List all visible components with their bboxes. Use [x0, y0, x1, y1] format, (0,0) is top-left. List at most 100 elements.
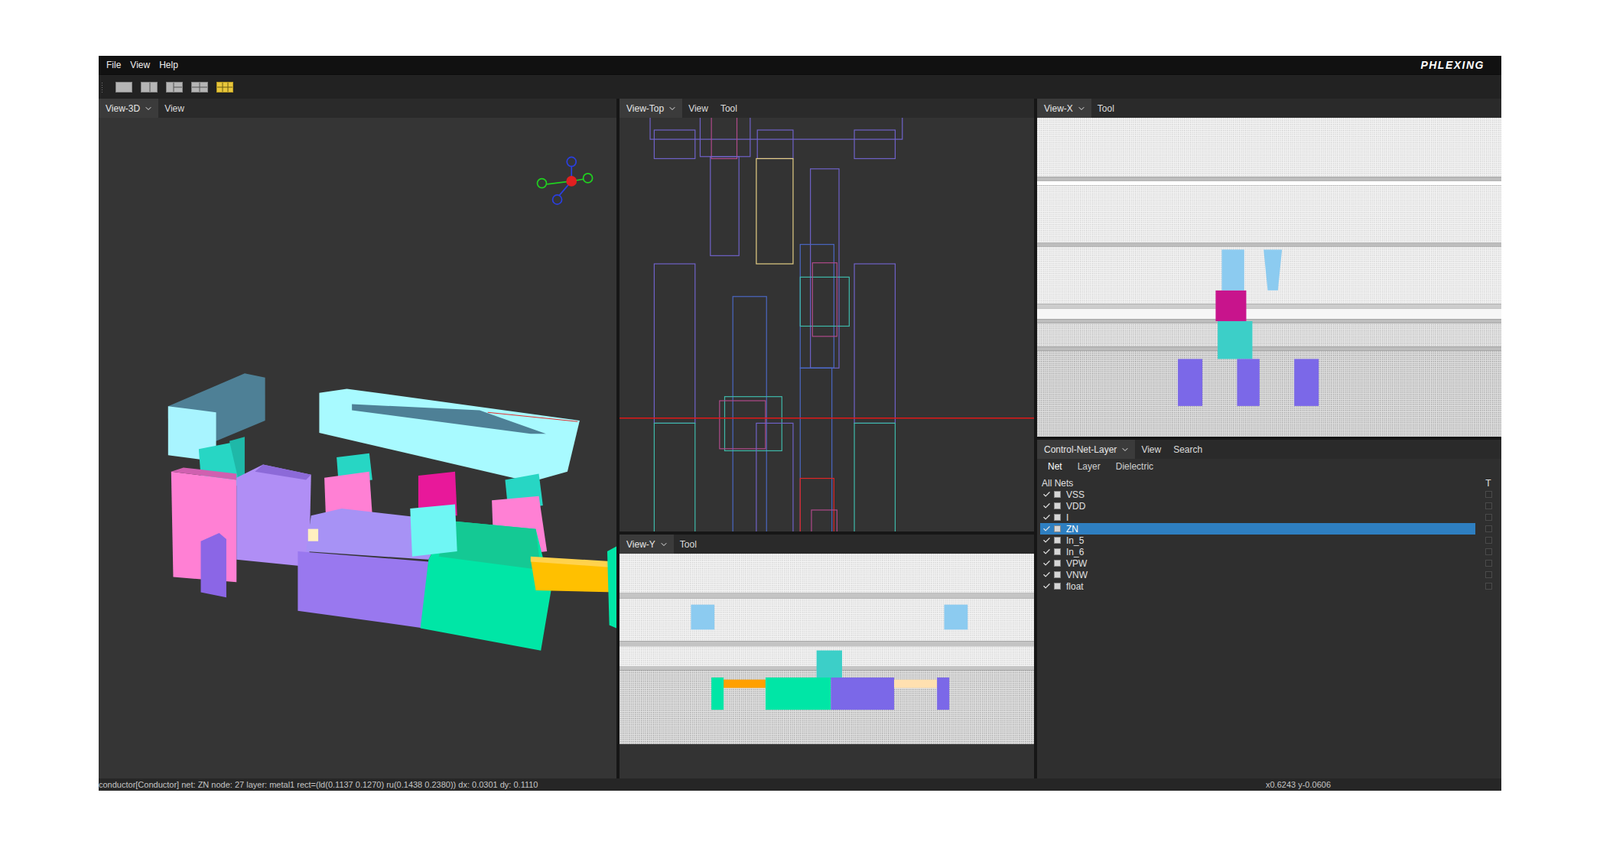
check-icon	[1042, 536, 1051, 545]
layout-button[interactable]	[215, 81, 235, 94]
net-row: ZN	[1040, 523, 1502, 535]
layer-band	[619, 669, 1035, 745]
net-item[interactable]: VDD	[1040, 500, 1476, 512]
layout-shape	[690, 604, 715, 631]
net-checkbox[interactable]	[1041, 582, 1051, 592]
t-checkbox[interactable]	[1485, 502, 1493, 510]
check-icon	[1042, 490, 1051, 499]
net-item[interactable]: In_6	[1040, 546, 1476, 558]
layer-band	[1037, 346, 1502, 351]
net-item[interactable]: ZN	[1040, 523, 1476, 535]
view-top-header: View-TopViewTool	[619, 98, 1035, 118]
panel-menu[interactable]: Tool	[1091, 98, 1121, 118]
cursor-coords: x0.6243 y-0.0606	[1265, 780, 1331, 790]
layout-shape	[894, 679, 937, 689]
layout-shape	[936, 677, 950, 710]
view-y-header: View-YTool	[619, 534, 1035, 554]
net-item[interactable]: VNW	[1040, 569, 1476, 581]
layout-shape	[711, 117, 737, 159]
view-x-panel: View-XTool	[1037, 98, 1502, 437]
net-swatch	[1053, 571, 1061, 579]
page: FileViewHelpPHLEXINGView-3DViewView-TopV…	[0, 0, 1600, 845]
net-checkbox[interactable]	[1041, 490, 1051, 500]
net-item[interactable]: VPW	[1040, 557, 1476, 570]
tab[interactable]: Layer	[1077, 461, 1101, 472]
conductor-solid	[530, 556, 617, 569]
view-y-canvas[interactable]	[619, 553, 1035, 779]
panel-menu[interactable]: View	[682, 98, 715, 118]
layout-button[interactable]	[114, 81, 134, 94]
panel-menu[interactable]: View	[158, 98, 191, 118]
cross-section-y[interactable]	[619, 553, 1035, 779]
layout-shape	[944, 604, 969, 631]
t-checkbox[interactable]	[1485, 548, 1493, 556]
t-checkbox[interactable]	[1485, 559, 1493, 567]
net-name: VDD	[1066, 500, 1086, 512]
net-item[interactable]: VSS	[1040, 488, 1476, 501]
layer-band	[1037, 246, 1502, 304]
net-swatch	[1053, 548, 1061, 556]
net-swatch	[1053, 536, 1061, 544]
t-cell	[1475, 500, 1502, 512]
layout-button[interactable]	[165, 81, 184, 94]
t-checkbox[interactable]	[1485, 525, 1493, 533]
layout-shape	[1177, 358, 1203, 406]
net-checkbox[interactable]	[1041, 501, 1051, 511]
net-checkbox[interactable]	[1041, 559, 1051, 569]
net-checkbox[interactable]	[1041, 570, 1051, 580]
menu-item[interactable]: Help	[154, 59, 183, 71]
panel-menu[interactable]: Search	[1167, 439, 1209, 459]
menu-item[interactable]: View	[125, 59, 155, 71]
top-layout[interactable]	[619, 117, 1035, 532]
panel-menu[interactable]: View	[1134, 439, 1168, 459]
panel-menu[interactable]: Tool	[714, 98, 744, 118]
view-x-canvas[interactable]	[1037, 117, 1502, 437]
tab[interactable]: Net	[1047, 461, 1063, 472]
view-3d-canvas[interactable]	[98, 117, 617, 779]
logo: PHLEXING	[1420, 58, 1485, 72]
net-checkbox[interactable]	[1041, 513, 1051, 523]
view-dropdown[interactable]: View-X	[1037, 98, 1092, 118]
chevron-down-icon	[143, 104, 153, 114]
net-checkbox[interactable]	[1041, 524, 1051, 534]
scene-3d[interactable]	[98, 117, 617, 779]
layer-band	[619, 553, 1035, 594]
net-checkbox[interactable]	[1041, 536, 1051, 546]
toolbar-grip[interactable]	[100, 81, 104, 93]
layer-band	[1037, 351, 1502, 437]
net-item[interactable]: In_5	[1040, 534, 1476, 547]
net-row: VDD	[1040, 500, 1502, 512]
t-checkbox[interactable]	[1485, 536, 1493, 544]
t-cell	[1475, 534, 1502, 547]
view-dropdown[interactable]: View-Top	[619, 98, 683, 118]
view-dropdown[interactable]: Control-Net-Layer	[1037, 439, 1135, 459]
menu-item[interactable]: File	[101, 59, 126, 71]
conductor-solid	[297, 551, 429, 628]
t-cell	[1475, 511, 1502, 524]
net-swatch	[1053, 582, 1061, 590]
view-dropdown[interactable]: View-3D	[98, 98, 159, 118]
layout-button[interactable]	[190, 81, 209, 94]
t-checkbox[interactable]	[1485, 582, 1493, 590]
view-dropdown[interactable]: View-Y	[619, 534, 674, 554]
t-checkbox[interactable]	[1485, 491, 1493, 498]
layer-band	[1037, 318, 1502, 323]
conductor-solid	[236, 464, 311, 567]
layer-band	[619, 640, 1035, 647]
t-checkbox[interactable]	[1485, 571, 1493, 579]
layout-button[interactable]	[139, 81, 159, 94]
all-nets-label: All Nets	[1040, 477, 1476, 489]
cross-section-x[interactable]	[1037, 117, 1502, 437]
net-item[interactable]: I	[1040, 511, 1476, 524]
net-checkbox[interactable]	[1041, 547, 1051, 557]
net-item[interactable]: float	[1040, 580, 1476, 592]
view-3d-header: View-3DView	[98, 98, 617, 118]
panel-menu[interactable]: Tool	[673, 534, 703, 554]
net-swatch	[1053, 513, 1061, 521]
layout-icon	[216, 81, 234, 93]
menu-bar: FileViewHelp PHLEXING	[98, 55, 1502, 75]
view-top-canvas[interactable]	[619, 117, 1035, 532]
layout-shape	[854, 263, 895, 423]
tab[interactable]: Dielectric	[1115, 461, 1154, 472]
t-checkbox[interactable]	[1485, 513, 1493, 521]
